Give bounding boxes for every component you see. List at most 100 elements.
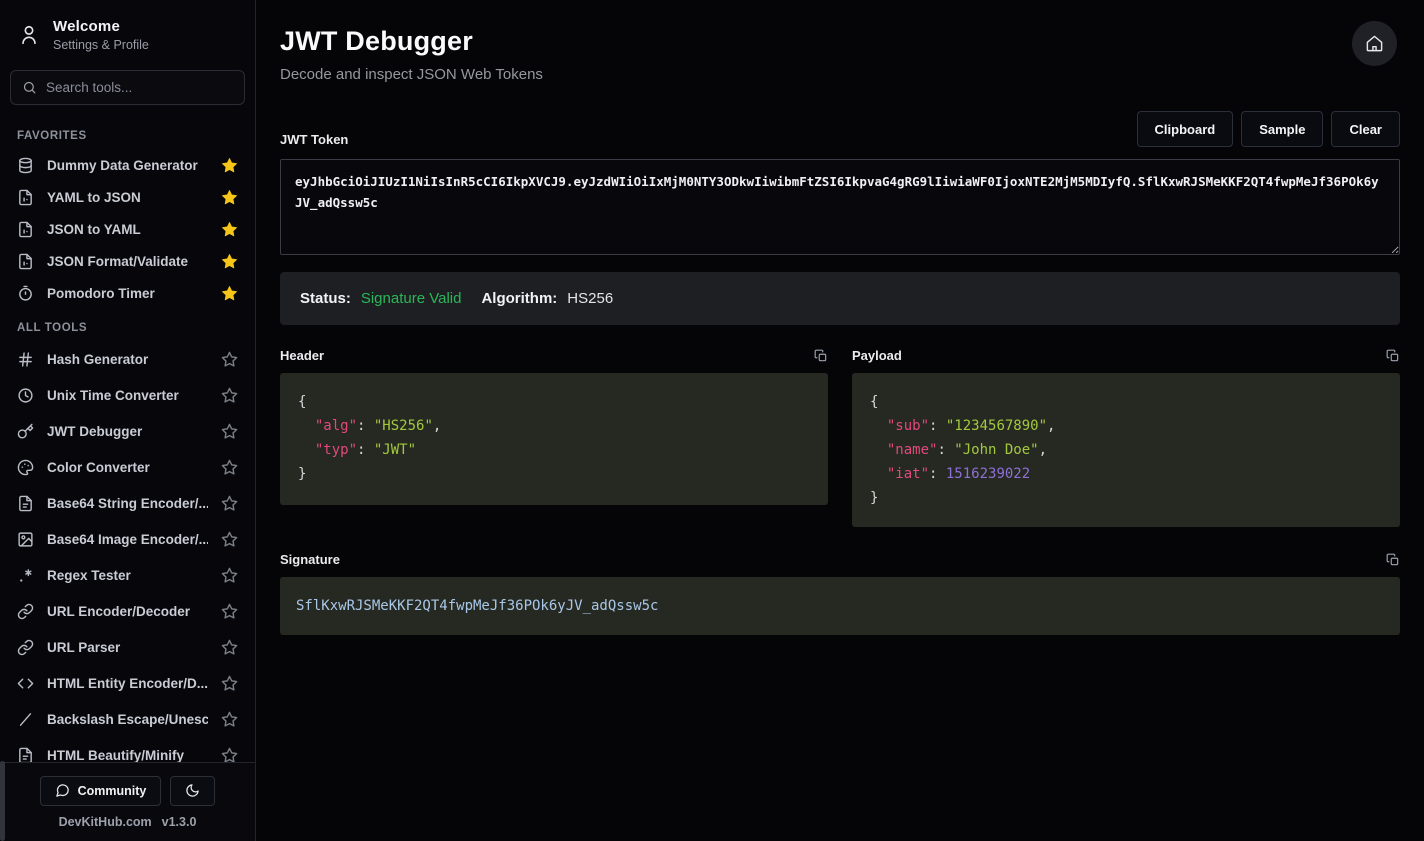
signature-panel-label: Signature: [280, 552, 340, 567]
json-line: "iat": 1516239022: [870, 462, 1382, 486]
clear-button[interactable]: Clear: [1331, 111, 1400, 147]
sidebar-item-base64-image-encoder[interactable]: Base64 Image Encoder/...: [0, 521, 255, 557]
copy-signature-button[interactable]: [1386, 553, 1400, 567]
star-outline-icon[interactable]: [221, 387, 238, 404]
copy-payload-button[interactable]: [1386, 349, 1400, 363]
algorithm-value: HS256: [567, 290, 613, 307]
file-text-icon: [17, 747, 34, 764]
payload-json: { "sub": "1234567890", "name": "John Doe…: [852, 373, 1400, 527]
sidebar-item-jwt-debugger[interactable]: JWT Debugger: [0, 413, 255, 449]
app-version: DevKitHub.com v1.3.0: [59, 815, 197, 829]
star-filled-icon[interactable]: [221, 221, 238, 238]
star-outline-icon[interactable]: [221, 351, 238, 368]
json-line: }: [298, 462, 810, 486]
star-filled-icon[interactable]: [221, 189, 238, 206]
status-value: Signature Valid: [361, 290, 462, 307]
sidebar-item-pomodoro-timer[interactable]: Pomodoro Timer: [0, 277, 255, 309]
all-tools-list: Hash Generator Unix Time Converter JWT Deb…: [0, 341, 255, 773]
link-icon: [17, 603, 34, 620]
sidebar: Welcome Settings & Profile FAVORITES Dum…: [0, 0, 256, 841]
json-token: ,: [1047, 418, 1055, 434]
json-token: ,: [1039, 442, 1047, 458]
json-token: "iat": [887, 466, 929, 482]
sidebar-item-yaml-to-json[interactable]: YAML to JSON: [0, 181, 255, 213]
json-line: "name": "John Doe",: [870, 438, 1382, 462]
sidebar-item-label: Pomodoro Timer: [47, 286, 208, 301]
community-button[interactable]: Community: [40, 776, 162, 806]
search-box[interactable]: [10, 70, 245, 105]
algorithm-label: Algorithm:: [481, 290, 557, 307]
search-input[interactable]: [46, 80, 233, 95]
copy-header-button[interactable]: [814, 349, 828, 363]
sidebar-item-base64-string-encoder[interactable]: Base64 String Encoder/...: [0, 485, 255, 521]
regex-icon: [17, 567, 34, 584]
copy-icon: [1386, 349, 1400, 363]
star-outline-icon[interactable]: [221, 639, 238, 656]
sidebar-item-regex-tester[interactable]: Regex Tester: [0, 557, 255, 593]
sidebar-item-dummy-data-generator[interactable]: Dummy Data Generator: [0, 149, 255, 181]
star-outline-icon[interactable]: [221, 711, 238, 728]
sidebar-item-json-to-yaml[interactable]: JSON to YAML: [0, 213, 255, 245]
star-outline-icon[interactable]: [221, 495, 238, 512]
star-outline-icon[interactable]: [221, 603, 238, 620]
star-outline-icon[interactable]: [221, 567, 238, 584]
profile-header[interactable]: Welcome Settings & Profile: [0, 0, 255, 64]
profile-subtitle: Settings & Profile: [53, 38, 149, 52]
file-code-icon: [17, 189, 34, 206]
slash-icon: [17, 711, 34, 728]
sidebar-item-url-parser[interactable]: URL Parser: [0, 629, 255, 665]
json-token: "sub": [887, 418, 929, 434]
star-outline-icon[interactable]: [221, 747, 238, 764]
json-token: "1234567890": [946, 418, 1047, 434]
jwt-token-input[interactable]: eyJhbGciOiJIUzI1NiIsInR5cCI6IkpXVCJ9.eyJ…: [280, 159, 1400, 255]
sidebar-item-unix-time-converter[interactable]: Unix Time Converter: [0, 377, 255, 413]
star-filled-icon[interactable]: [221, 253, 238, 270]
json-line: {: [298, 390, 810, 414]
star-outline-icon[interactable]: [221, 459, 238, 476]
sidebar-item-html-entity-encoder-d[interactable]: HTML Entity Encoder/D...: [0, 665, 255, 701]
star-outline-icon[interactable]: [221, 423, 238, 440]
sidebar-item-hash-generator[interactable]: Hash Generator: [0, 341, 255, 377]
clipboard-button[interactable]: Clipboard: [1137, 111, 1234, 147]
signature-section: Signature SflKxwRJSMeKKF2QT4fwpMeJf36POk…: [280, 552, 1400, 635]
json-line: "alg": "HS256",: [298, 414, 810, 438]
sidebar-item-json-format-validate[interactable]: JSON Format/Validate: [0, 245, 255, 277]
star-outline-icon[interactable]: [221, 531, 238, 548]
json-token: [298, 442, 315, 458]
link-icon: [17, 639, 34, 656]
message-circle-icon: [55, 783, 70, 798]
home-icon: [1365, 34, 1384, 53]
main-content: JWT Debugger Decode and inspect JSON Web…: [256, 0, 1424, 841]
copy-icon: [814, 349, 828, 363]
header-panel-label: Header: [280, 348, 324, 363]
file-code-icon: [17, 253, 34, 270]
json-token: {: [298, 394, 306, 410]
favorites-list: Dummy Data GeneratorYAML to JSON JSON to …: [0, 149, 255, 309]
json-token: "alg": [315, 418, 357, 434]
community-button-label: Community: [78, 784, 147, 798]
payload-panel-label: Payload: [852, 348, 902, 363]
home-button[interactable]: [1352, 21, 1397, 66]
star-filled-icon[interactable]: [221, 285, 238, 302]
profile-title: Welcome: [53, 18, 149, 35]
moon-icon: [185, 783, 200, 798]
sidebar-item-backslash-escape-unesc[interactable]: Backslash Escape/Unesc...: [0, 701, 255, 737]
json-token: [870, 418, 887, 434]
json-line: {: [870, 390, 1382, 414]
sidebar-item-label: Unix Time Converter: [47, 388, 208, 403]
sidebar-item-color-converter[interactable]: Color Converter: [0, 449, 255, 485]
sidebar-scrollbar[interactable]: [0, 761, 5, 841]
header-json: { "alg": "HS256", "typ": "JWT"}: [280, 373, 828, 505]
json-token: :: [937, 442, 954, 458]
search-icon: [22, 80, 37, 95]
json-token: :: [357, 418, 374, 434]
star-outline-icon[interactable]: [221, 675, 238, 692]
json-line: "typ": "JWT": [298, 438, 810, 462]
sidebar-item-label: JSON to YAML: [47, 222, 208, 237]
sidebar-item-url-encoder-decoder[interactable]: URL Encoder/Decoder: [0, 593, 255, 629]
sample-button[interactable]: Sample: [1241, 111, 1323, 147]
json-token: 1516239022: [946, 466, 1030, 482]
theme-toggle-button[interactable]: [170, 776, 215, 806]
star-filled-icon[interactable]: [221, 157, 238, 174]
signature-value: SflKxwRJSMeKKF2QT4fwpMeJf36POk6yJV_adQss…: [280, 577, 1400, 635]
